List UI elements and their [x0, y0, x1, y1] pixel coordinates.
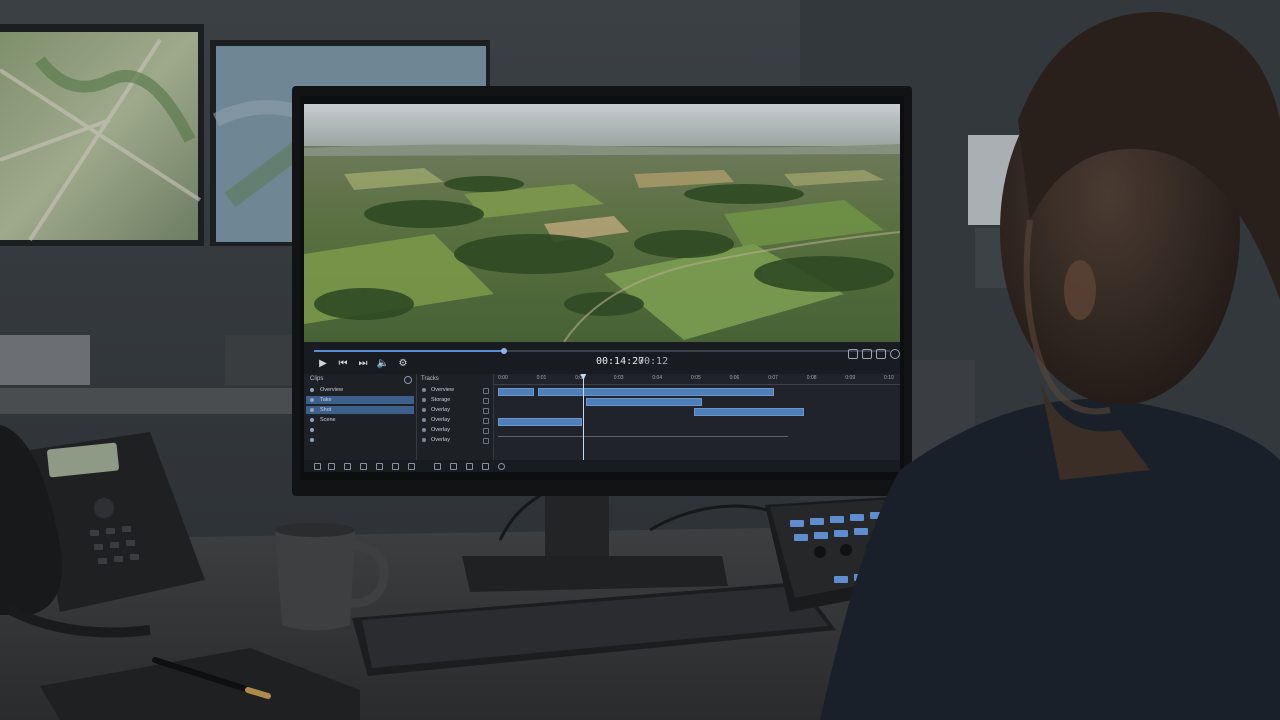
- mic-icon[interactable]: [498, 463, 505, 470]
- timeline-clip[interactable]: [498, 388, 534, 396]
- ruler-tick-label: 0:05: [691, 375, 701, 381]
- current-timecode: 00:14:27: [596, 356, 645, 367]
- redo-icon[interactable]: [408, 463, 415, 470]
- lock-icon[interactable]: [483, 418, 489, 424]
- track-header[interactable]: Overview: [419, 386, 491, 394]
- volume-icon[interactable]: 🔈: [376, 358, 390, 370]
- clips-panel-title: Clips: [310, 376, 324, 382]
- playhead[interactable]: [583, 374, 585, 460]
- lock-icon[interactable]: [483, 428, 489, 434]
- clips-panel: Clips Overview Take Shot Scene: [304, 374, 417, 460]
- timeline[interactable]: 0:00 0:01 0:02 0:03 0:04 0:05 0:06 0:07 0:08 0:09…: [494, 374, 900, 460]
- zoom-in-icon[interactable]: [434, 463, 441, 470]
- ruler-tick-label: 0:08: [806, 375, 817, 381]
- ruler-tick-label: 0:04: [652, 375, 663, 381]
- search-icon[interactable]: [404, 376, 412, 384]
- desk-phone: [0, 425, 205, 638]
- eye-icon[interactable]: [422, 408, 426, 412]
- scrub-progress: [314, 350, 505, 352]
- trim-icon[interactable]: [328, 463, 335, 470]
- marker-icon[interactable]: [344, 463, 351, 470]
- eye-icon[interactable]: [422, 438, 426, 442]
- ruler-tick-label: 0:00: [498, 375, 508, 381]
- clip-icon: [310, 418, 314, 422]
- eye-icon[interactable]: [422, 428, 426, 432]
- scrub-handle[interactable]: [501, 348, 508, 354]
- ruler-tick-label: 0:07: [768, 375, 778, 381]
- fit-icon[interactable]: [466, 463, 473, 470]
- time-ruler[interactable]: 0:00 0:01 0:02 0:03 0:04 0:05 0:06 0:07 0:08 0:09…: [494, 374, 900, 385]
- ruler-tick-label: 0:09: [845, 375, 856, 381]
- ruler-tick-label: 0:03: [613, 375, 624, 381]
- link-icon[interactable]: [376, 463, 383, 470]
- transport-bar: ▶ ⏮ ⏭ 🔈 ⚙ 00:14:27 00:12: [304, 342, 900, 374]
- clip-icon: [310, 388, 314, 392]
- tracks-title: Tracks: [421, 376, 439, 382]
- clip-item-empty[interactable]: [306, 436, 414, 444]
- ruler-tick-label: 0:01: [536, 375, 547, 381]
- timeline-clip[interactable]: [694, 408, 804, 416]
- coffee-mug: [275, 523, 389, 631]
- track-headers: Tracks Overview Storage Overlay Overlay …: [417, 374, 494, 460]
- aerial-landscape-frame: [304, 104, 900, 342]
- editing-station-scene: ▶ ⏮ ⏭ 🔈 ⚙ 00:14:27 00:12 Clips Overview …: [0, 0, 1280, 720]
- clip-icon: [310, 398, 314, 402]
- audio-icon[interactable]: [482, 463, 489, 470]
- notebook: [40, 648, 360, 720]
- clip-item[interactable]: Overview: [306, 386, 414, 394]
- clip-item[interactable]: Shot: [306, 406, 414, 414]
- zoom-out-icon[interactable]: [450, 463, 457, 470]
- editor-screen: ▶ ⏮ ⏭ 🔈 ⚙ 00:14:27 00:12 Clips Overview …: [304, 104, 900, 472]
- lock-icon[interactable]: [483, 408, 489, 414]
- eye-icon[interactable]: [422, 388, 426, 392]
- timeline-clip[interactable]: [538, 388, 774, 396]
- clip-item[interactable]: Take: [306, 396, 414, 404]
- undo-icon[interactable]: [392, 463, 399, 470]
- ruler-tick-label: 0:10: [884, 375, 894, 381]
- keyboard: [352, 582, 836, 676]
- lock-icon[interactable]: [483, 438, 489, 444]
- audio-track-line: [498, 436, 788, 437]
- cut-icon[interactable]: [314, 463, 321, 470]
- clip-icon: [310, 408, 314, 412]
- video-preview: [304, 104, 900, 342]
- duration-timecode: 00:12: [638, 356, 669, 367]
- track-header[interactable]: Overlay: [419, 416, 491, 424]
- eye-icon[interactable]: [422, 398, 426, 402]
- clip-item[interactable]: Scene: [306, 416, 414, 424]
- clip-icon: [310, 438, 314, 442]
- track-header[interactable]: Overlay: [419, 426, 491, 434]
- snap-icon[interactable]: [360, 463, 367, 470]
- lock-icon[interactable]: [483, 388, 489, 394]
- ruler-tick-label: 0:06: [729, 375, 740, 381]
- clip-icon: [310, 428, 314, 432]
- timeline-clip[interactable]: [498, 418, 582, 426]
- snapshot-icon[interactable]: [862, 349, 872, 359]
- scrub-bar[interactable]: [314, 348, 890, 354]
- lock-icon[interactable]: [483, 398, 489, 404]
- gear-icon[interactable]: [890, 349, 900, 359]
- fullscreen-icon[interactable]: [848, 349, 858, 359]
- skip-back-icon[interactable]: ⏮: [336, 358, 350, 370]
- skip-forward-icon[interactable]: ⏭: [356, 358, 370, 370]
- layout-icon[interactable]: [876, 349, 886, 359]
- eye-icon[interactable]: [422, 418, 426, 422]
- editor-toolbar: [304, 460, 900, 472]
- timeline-clip[interactable]: [586, 398, 702, 406]
- settings-icon[interactable]: ⚙: [396, 358, 410, 370]
- track-header[interactable]: Storage: [419, 396, 491, 404]
- play-icon[interactable]: ▶: [316, 358, 330, 370]
- track-header[interactable]: Overlay: [419, 436, 491, 444]
- clip-item-empty[interactable]: [306, 426, 414, 434]
- track-header[interactable]: Overlay: [419, 406, 491, 414]
- editor-panel: Clips Overview Take Shot Scene Tracks Ov…: [304, 374, 900, 472]
